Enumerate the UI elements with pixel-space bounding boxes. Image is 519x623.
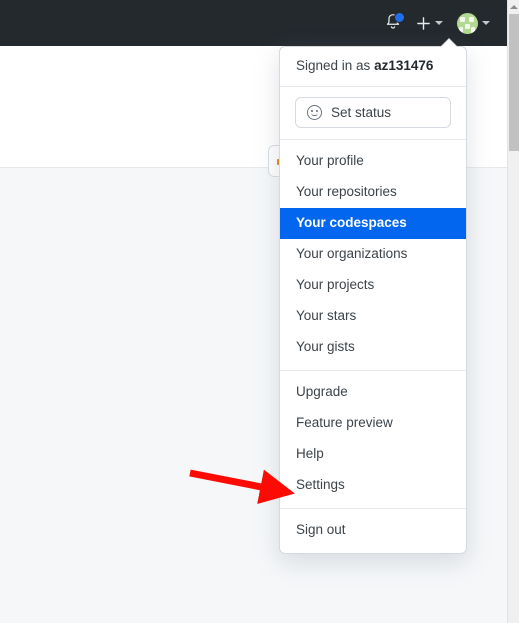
plus-icon <box>417 16 430 30</box>
page-root: Signed in as az131476 Set status Your pr… <box>0 0 507 623</box>
global-header <box>0 0 507 46</box>
smiley-icon <box>307 105 322 121</box>
menu-item-settings[interactable]: Settings <box>280 470 466 501</box>
user-dropdown-menu: Signed in as az131476 Set status Your pr… <box>279 38 467 555</box>
chevron-down-icon <box>482 21 490 25</box>
menu-item-your-profile[interactable]: Your profile <box>280 146 466 177</box>
chevron-down-icon <box>435 21 443 25</box>
signed-in-section: Signed in as az131476 <box>280 47 466 88</box>
scroll-up-button[interactable] <box>508 0 519 13</box>
menu-secondary-list: Upgrade Feature preview Help Settings <box>280 371 466 510</box>
notifications-button[interactable] <box>377 0 409 46</box>
set-status-section: Set status <box>280 87 466 141</box>
vertical-scrollbar[interactable] <box>507 0 519 623</box>
menu-item-your-gists[interactable]: Your gists <box>280 332 466 363</box>
bell-icon <box>384 12 405 33</box>
set-status-label: Set status <box>331 105 392 121</box>
signed-in-prefix: Signed in as <box>296 58 371 73</box>
menu-item-your-projects[interactable]: Your projects <box>280 270 466 301</box>
menu-tertiary-list: Sign out <box>280 509 466 553</box>
menu-caret-fill <box>441 39 457 47</box>
signed-in-username: az131476 <box>374 58 434 73</box>
triangle-up-icon <box>510 4 518 9</box>
menu-item-your-organizations[interactable]: Your organizations <box>280 239 466 270</box>
signed-in-as-row: Signed in as az131476 <box>280 47 466 86</box>
menu-primary-list: Your profile Your repositories Your codesp… <box>280 140 466 372</box>
header-actions <box>377 0 497 46</box>
avatar <box>457 12 478 34</box>
menu-item-help[interactable]: Help <box>280 439 466 470</box>
menu-item-your-codespaces[interactable]: Your codespaces <box>280 208 466 240</box>
menu-item-your-stars[interactable]: Your stars <box>280 301 466 332</box>
menu-item-upgrade[interactable]: Upgrade <box>280 377 466 408</box>
menu-item-sign-out[interactable]: Sign out <box>280 515 466 546</box>
scrollbar-thumb[interactable] <box>509 14 519 151</box>
set-status-button[interactable]: Set status <box>295 97 451 129</box>
menu-item-feature-preview[interactable]: Feature preview <box>280 408 466 439</box>
menu-item-your-repositories[interactable]: Your repositories <box>280 177 466 208</box>
notification-indicator-dot <box>394 12 405 23</box>
